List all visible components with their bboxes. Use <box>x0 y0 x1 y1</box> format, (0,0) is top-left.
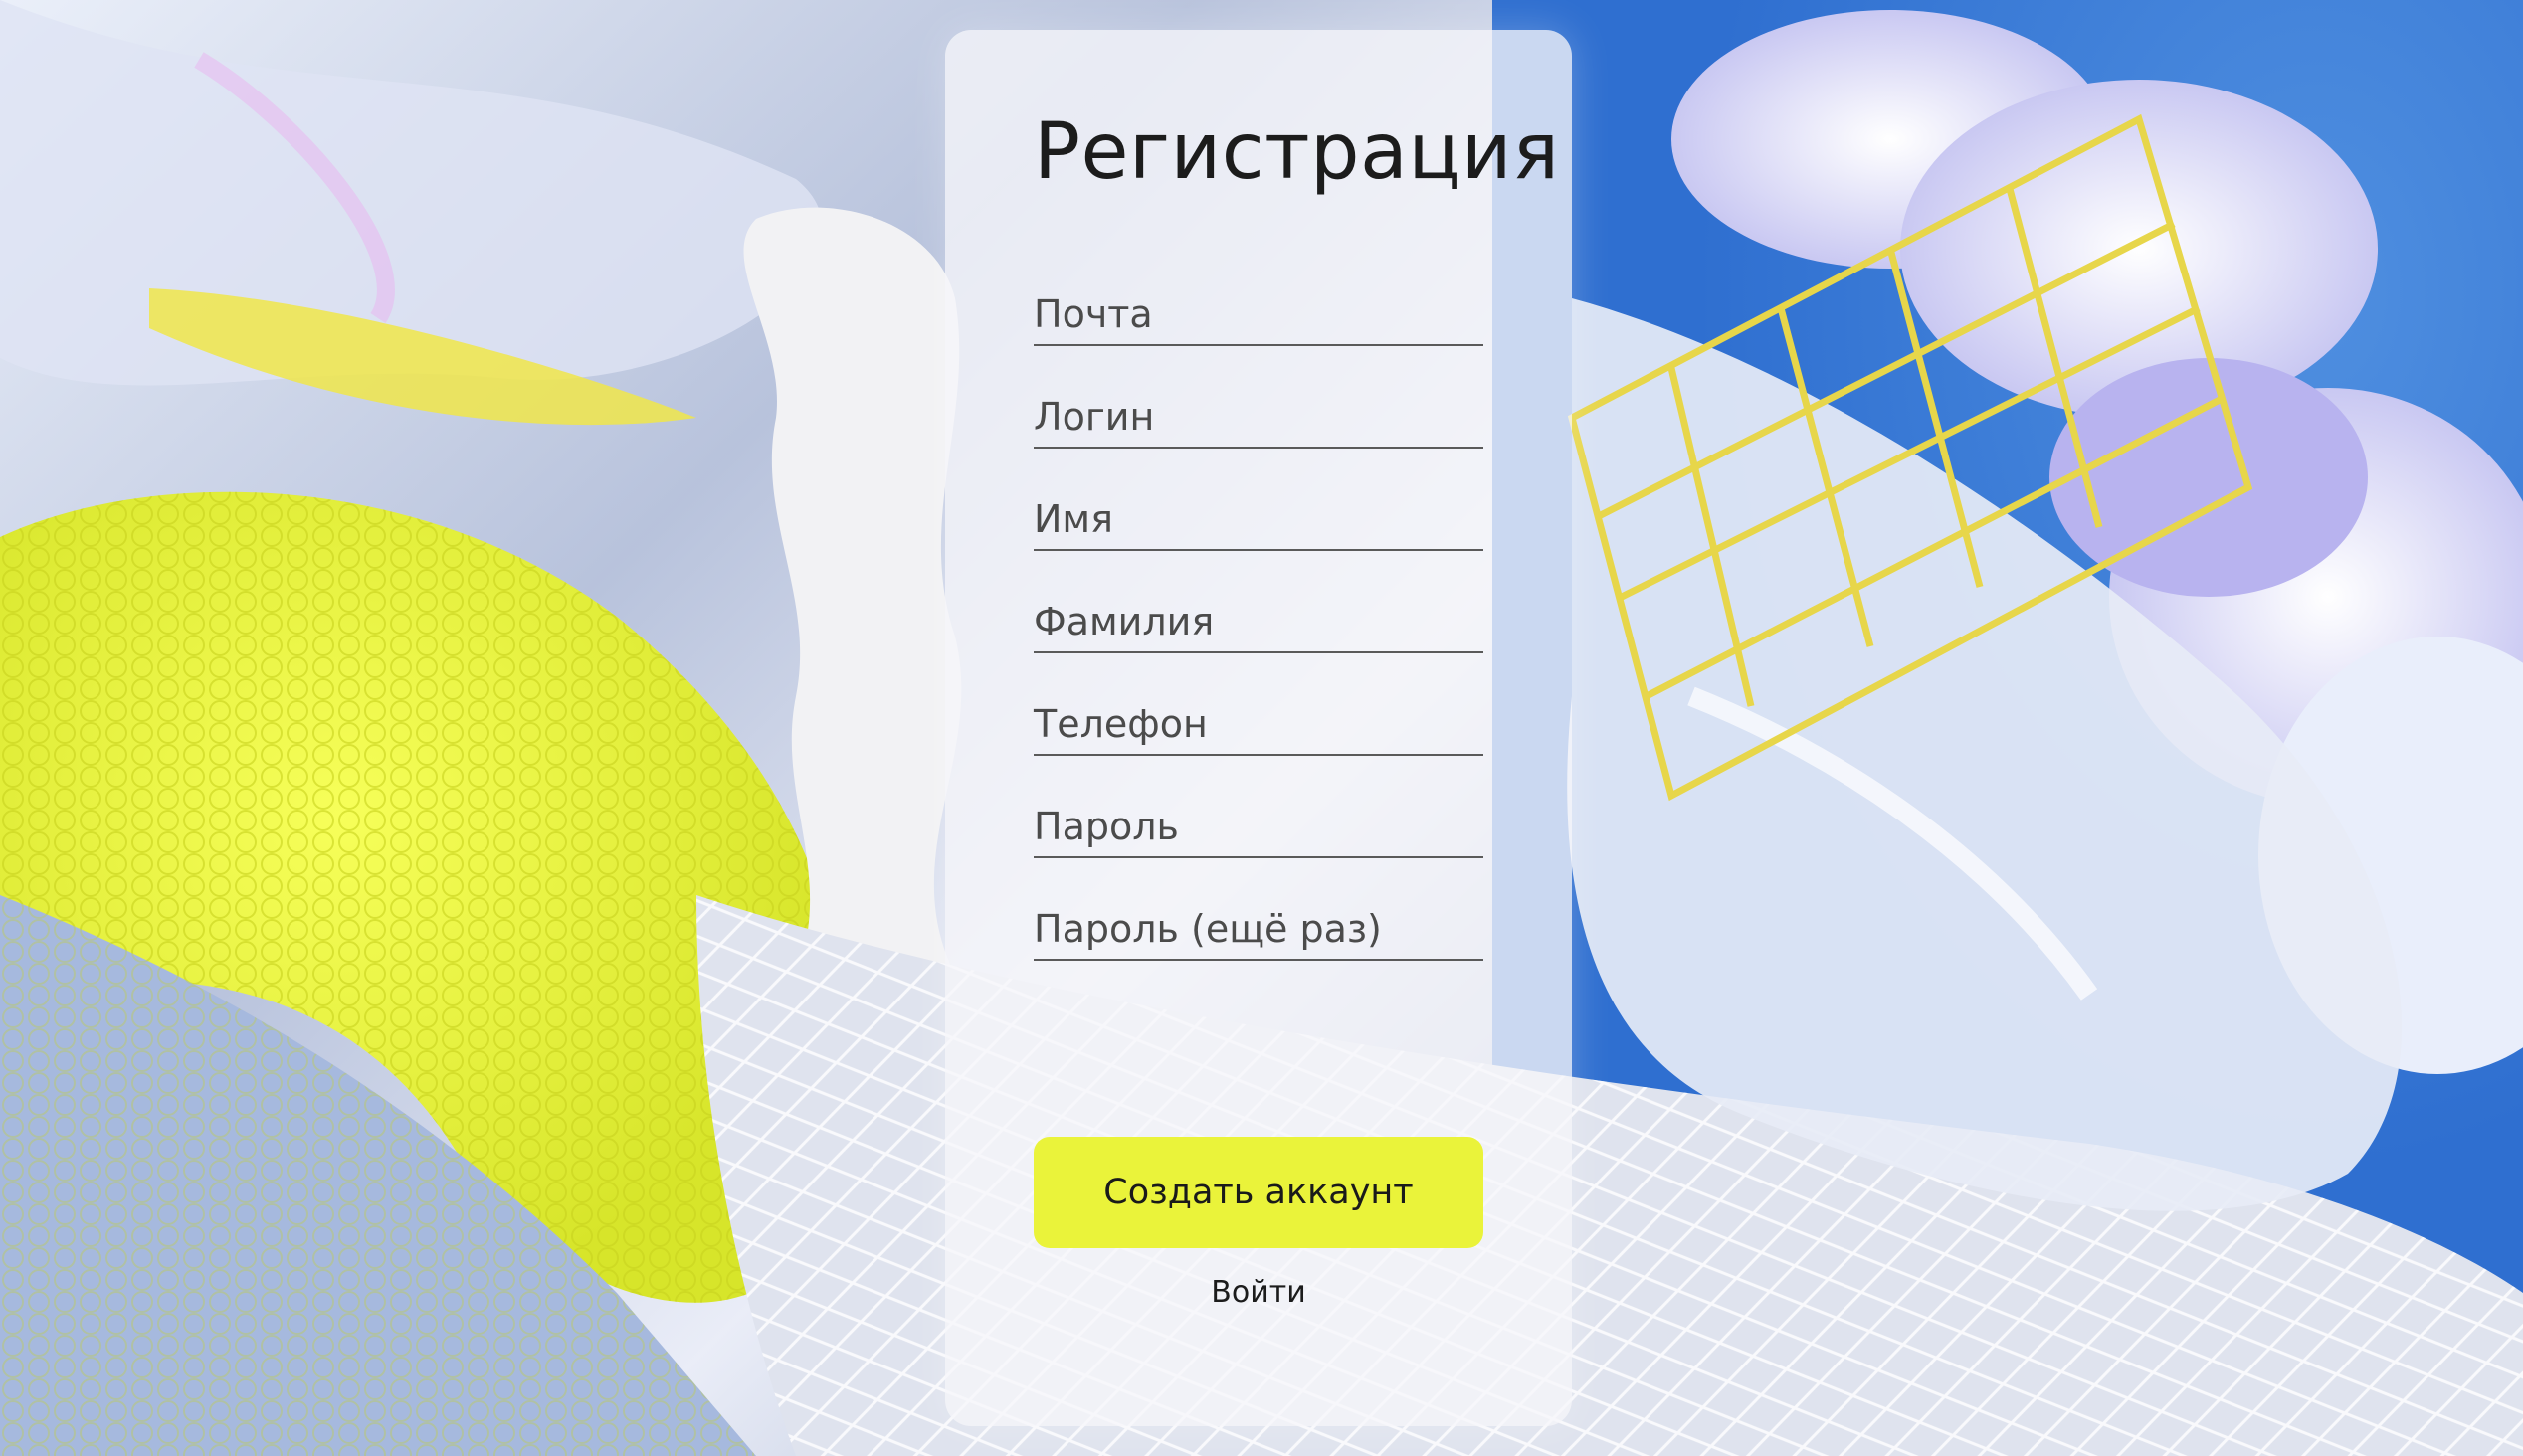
create-account-button[interactable]: Создать аккаунт <box>1034 1137 1483 1248</box>
login-link[interactable]: Войти <box>1034 1275 1483 1310</box>
password-field[interactable]: Пароль <box>1034 797 1483 858</box>
last-name-placeholder: Фамилия <box>1034 600 1215 643</box>
first-name-field[interactable]: Имя <box>1034 489 1483 551</box>
email-placeholder: Почта <box>1034 292 1153 336</box>
phone-placeholder: Телефон <box>1034 702 1208 746</box>
first-name-placeholder: Имя <box>1034 497 1113 541</box>
last-name-field[interactable]: Фамилия <box>1034 592 1483 653</box>
registration-card: Регистрация Почта Логин Имя Фамилия Теле… <box>945 30 1572 1426</box>
password-placeholder: Пароль <box>1034 805 1179 848</box>
phone-field[interactable]: Телефон <box>1034 694 1483 756</box>
password-repeat-field[interactable]: Пароль (ещё раз) <box>1034 899 1483 961</box>
login-placeholder: Логин <box>1034 395 1155 439</box>
email-field[interactable]: Почта <box>1034 284 1483 346</box>
page-title: Регистрация <box>1034 107 1560 197</box>
password-repeat-placeholder: Пароль (ещё раз) <box>1034 907 1382 951</box>
login-field[interactable]: Логин <box>1034 387 1483 449</box>
